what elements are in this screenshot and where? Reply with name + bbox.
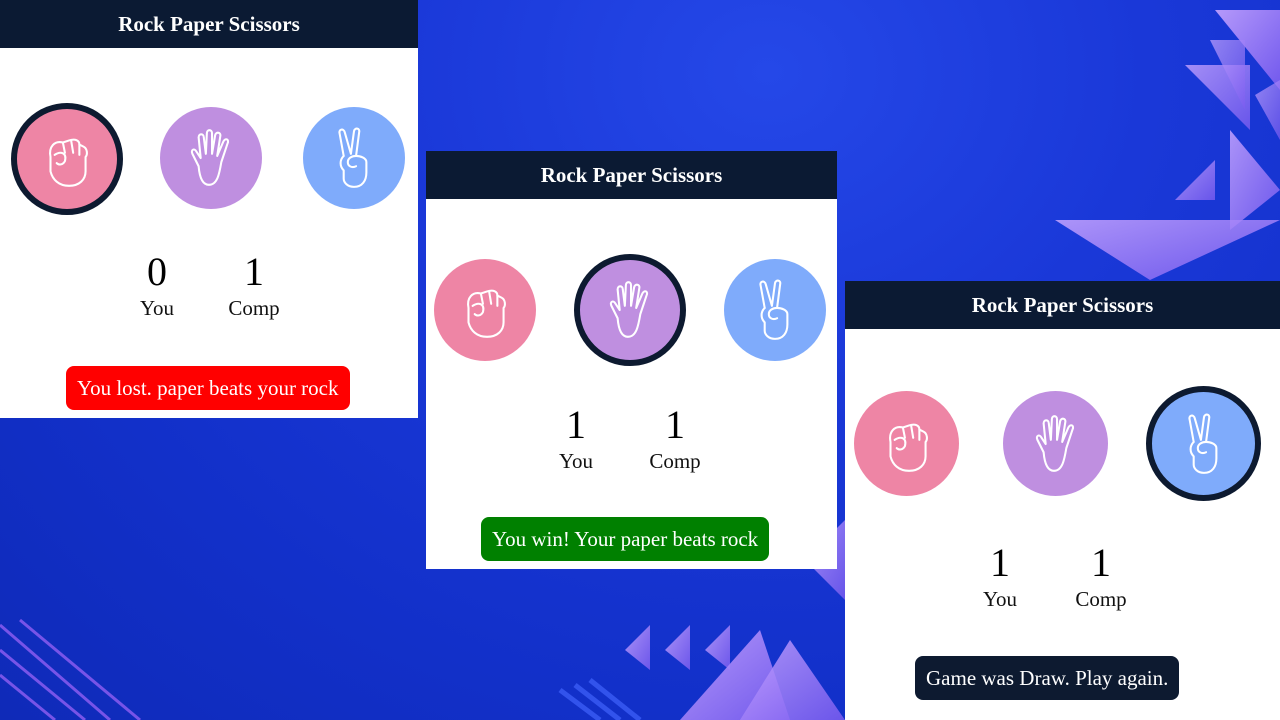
scoreboard: 1 You 1 Comp xyxy=(845,499,1280,612)
paper-choice-button[interactable] xyxy=(1003,391,1108,496)
app-title: Rock Paper Scissors xyxy=(0,0,418,48)
player-score-value: 1 xyxy=(990,540,1010,585)
app-title: Rock Paper Scissors xyxy=(845,281,1280,329)
computer-score-value: 1 xyxy=(665,402,685,447)
computer-score-label: Comp xyxy=(1075,587,1127,611)
choice-row xyxy=(0,48,418,218)
player-score: 1 You xyxy=(955,541,1045,613)
app-title: Rock Paper Scissors xyxy=(426,151,837,199)
scissors-choice-button[interactable] xyxy=(1146,386,1261,501)
result-message: Game was Draw. Play again. xyxy=(915,656,1180,700)
choice-row xyxy=(426,199,837,369)
player-score-label: You xyxy=(139,296,175,320)
computer-score-label: Comp xyxy=(228,296,280,320)
scoreboard: 1 You 1 Comp xyxy=(426,369,837,479)
open-hand-icon xyxy=(1035,414,1074,472)
player-score: 1 You xyxy=(531,403,621,475)
rock-choice-button[interactable] xyxy=(434,259,536,361)
peace-hand-icon xyxy=(1187,413,1217,474)
fist-icon xyxy=(467,289,506,338)
game-panel-1: Rock Paper Scissors 0 You 1 Comp You los… xyxy=(0,0,418,418)
rock-choice-button[interactable] xyxy=(11,103,123,215)
game-panel-3: Rock Paper Scissors 1 You 1 Comp Game wa… xyxy=(845,281,1280,720)
scissors-choice-button[interactable] xyxy=(724,259,826,361)
computer-score-value: 1 xyxy=(1091,540,1111,585)
choice-row xyxy=(845,329,1280,501)
player-score: 0 You xyxy=(112,250,202,322)
player-score-label: You xyxy=(982,587,1018,611)
result-message: You win! Your paper beats rock xyxy=(481,517,770,561)
computer-score: 1 Comp xyxy=(1056,541,1146,613)
player-score-label: You xyxy=(558,449,594,473)
scissors-choice-button[interactable] xyxy=(303,107,405,209)
peace-hand-icon xyxy=(338,127,368,188)
open-hand-icon xyxy=(609,281,649,338)
scoreboard: 0 You 1 Comp xyxy=(0,218,418,328)
computer-score: 1 Comp xyxy=(209,250,299,322)
fist-icon xyxy=(49,138,88,187)
rock-choice-button[interactable] xyxy=(854,391,959,496)
result-message: You lost. paper beats your rock xyxy=(66,366,350,410)
open-hand-icon xyxy=(190,129,230,186)
game-panel-2: Rock Paper Scissors 1 You 1 Comp You win… xyxy=(426,151,837,569)
player-score-value: 0 xyxy=(147,249,167,294)
computer-score-value: 1 xyxy=(244,249,264,294)
player-score-value: 1 xyxy=(566,402,586,447)
paper-choice-button[interactable] xyxy=(574,254,686,366)
peace-hand-icon xyxy=(759,279,789,340)
computer-score-label: Comp xyxy=(649,449,701,473)
computer-score: 1 Comp xyxy=(630,403,720,475)
fist-icon xyxy=(888,423,928,472)
paper-choice-button[interactable] xyxy=(160,107,262,209)
